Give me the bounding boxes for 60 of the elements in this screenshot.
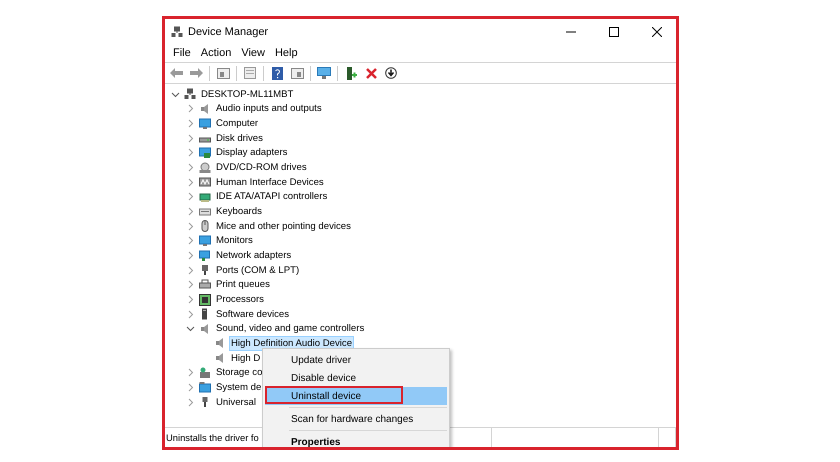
speaker-icon [199, 322, 211, 335]
folder-icon [199, 381, 211, 394]
context-menu-item[interactable]: Properties [265, 433, 447, 447]
controller-card-icon [199, 190, 211, 203]
tree-item[interactable]: High D [230, 352, 262, 365]
x-mark-icon[interactable] [366, 68, 376, 78]
printer-icon [199, 278, 211, 291]
keyboard-icon [199, 206, 211, 218]
context-menu-item[interactable]: Scan for hardware changes [265, 410, 447, 428]
tree-item[interactable]: Disk drives [215, 132, 264, 145]
status-text: Uninstalls the driver fo [166, 432, 259, 443]
disc-drive-icon [199, 162, 211, 174]
tree-item[interactable]: Universal [215, 396, 257, 409]
tree-item[interactable]: High Definition Audio Device [230, 336, 354, 350]
tree-item[interactable]: DVD/CD-ROM drives [215, 161, 308, 174]
speaker-icon [214, 337, 226, 350]
context-menu-item[interactable]: Disable device [265, 369, 447, 387]
tree-item[interactable]: Print queues [215, 278, 271, 292]
maximize-icon[interactable] [609, 26, 619, 36]
tree-item[interactable]: System de [215, 380, 262, 394]
computer-icon [171, 26, 183, 38]
menu-item[interactable]: View [236, 46, 270, 60]
hid-icon [199, 176, 211, 188]
display-icon [199, 146, 211, 159]
monitor-button[interactable] [315, 64, 333, 82]
menu-item[interactable]: Help [270, 46, 303, 60]
tree-item[interactable]: Computer [215, 117, 260, 130]
storage-icon [199, 366, 211, 379]
tree-item[interactable]: Processors [215, 293, 265, 306]
tree-item[interactable]: Sound, video and game controllers [215, 322, 366, 336]
menu-item[interactable]: Action [196, 46, 236, 60]
context-menu-item[interactable]: Uninstall device [265, 387, 447, 405]
properties-button[interactable] [241, 64, 259, 82]
close-icon[interactable] [652, 26, 662, 36]
device-plus-icon[interactable] [345, 66, 357, 80]
mouse-icon [199, 220, 211, 232]
tree-item[interactable]: Ports (COM & LPT) [215, 264, 300, 277]
tree-item[interactable]: Mice and other pointing devices [215, 220, 352, 233]
network-icon [199, 250, 211, 262]
computer-icon [184, 88, 196, 100]
window-title: Device Manager [188, 26, 270, 38]
context-menu-item[interactable]: Update driver [265, 351, 447, 369]
tree-item[interactable]: Monitors [215, 234, 254, 248]
menu-item[interactable]: File [168, 46, 196, 60]
tree-item[interactable]: DESKTOP-ML11MBT [200, 88, 294, 101]
tree-item[interactable]: Audio inputs and outputs [215, 102, 323, 116]
plug-icon [199, 264, 211, 276]
tree-item[interactable]: IDE ATA/ATAPI controllers [215, 190, 328, 204]
speaker-icon [199, 102, 211, 115]
tree-item[interactable]: Software devices [215, 308, 290, 321]
tree-item[interactable]: Human Interface Devices [215, 176, 325, 189]
tree-item[interactable]: Network adapters [215, 249, 292, 262]
download-button[interactable] [382, 64, 400, 82]
monitor-icon [199, 118, 211, 130]
tree-item[interactable]: Display adapters [215, 146, 288, 160]
monitor-icon [199, 234, 211, 247]
chip-icon [199, 294, 211, 306]
tree-item[interactable]: Keyboards [215, 205, 263, 218]
speaker-icon [214, 352, 226, 364]
tree-item[interactable]: Storage co [215, 366, 264, 380]
